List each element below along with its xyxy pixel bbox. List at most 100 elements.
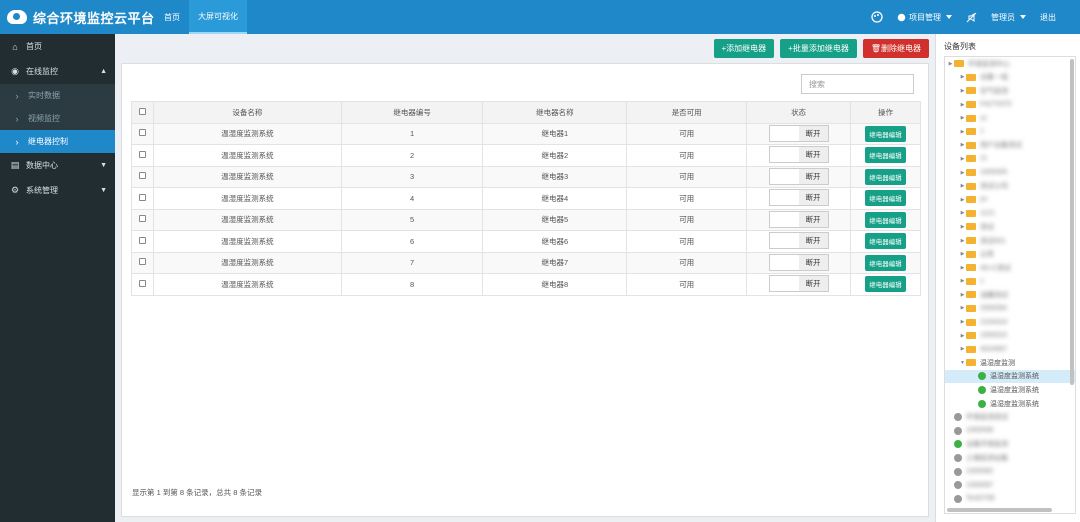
sidebar-item-home[interactable]: ⌂ 首页	[0, 34, 115, 59]
row-checkbox[interactable]	[131, 144, 154, 167]
edit-relay-button[interactable]: 继电器编辑	[865, 211, 906, 228]
tree-folder-node[interactable]: ▶ 1121	[945, 207, 1075, 221]
edit-relay-button[interactable]: 继电器编辑	[865, 168, 906, 185]
tree-folder-node[interactable]: ▶ 1000005	[945, 166, 1075, 180]
tree-device-node[interactable]: 温湿度监测系统	[945, 397, 1075, 411]
select-all-checkbox[interactable]	[131, 101, 154, 124]
tree-folder-node[interactable]: ▶ 11	[945, 152, 1075, 166]
sidebar-item-video-monitor[interactable]: › 视频监控	[0, 107, 115, 130]
relay-state-toggle[interactable]: 断开	[768, 232, 829, 250]
tree-collapse-icon[interactable]: ▼	[959, 360, 966, 366]
column-header[interactable]: 是否可用	[626, 101, 748, 124]
topnav-home[interactable]: 首页	[155, 0, 189, 34]
tree-device-node[interactable]: 1000097	[945, 478, 1075, 492]
tree-expand-icon[interactable]: ▶	[959, 265, 966, 271]
tree-device-node[interactable]: 温湿度监测系统	[945, 383, 1075, 397]
tree-folder-node[interactable]: ▶ 测试001	[945, 234, 1075, 248]
table-row[interactable]: 温湿度监测系统 7 继电器7 可用 断开 继电器编辑	[131, 251, 921, 274]
tree-expand-icon[interactable]: ▶	[959, 88, 966, 94]
table-row[interactable]: 温湿度监测系统 1 继电器1 可用 断开 继电器编辑	[131, 122, 921, 145]
tree-folder-node[interactable]: ▶ F4270370	[945, 98, 1075, 112]
logout-link[interactable]: 退出	[1040, 12, 1056, 23]
edit-relay-button[interactable]: 继电器编辑	[865, 125, 906, 142]
tree-folder-node[interactable]: ▶ 测试	[945, 220, 1075, 234]
tree-expand-icon[interactable]: ▶	[947, 61, 954, 67]
vertical-scrollbar[interactable]	[1070, 59, 1074, 385]
tree-device-node[interactable]: 土壤监测设备	[945, 451, 1075, 465]
tree-device-node[interactable]: 1000082	[945, 465, 1075, 479]
sidebar-item-data-center[interactable]: ▤ 数据中心 ▼	[0, 153, 115, 178]
table-row[interactable]: 温湿度监测系统 8 继电器8 可用 断开 继电器编辑	[131, 273, 921, 296]
row-checkbox[interactable]	[131, 122, 154, 145]
row-checkbox[interactable]	[131, 251, 154, 274]
column-header[interactable]: 操作	[850, 101, 921, 124]
topnav-big-screen[interactable]: 大屏可视化	[189, 0, 247, 34]
tree-folder-node[interactable]: ▶ yn	[945, 193, 1075, 207]
row-checkbox[interactable]	[131, 208, 154, 231]
row-checkbox[interactable]	[131, 165, 154, 188]
tree-folder-node[interactable]: ▶ 1	[945, 125, 1075, 139]
relay-state-toggle[interactable]: 断开	[768, 210, 829, 228]
tree-folder-node[interactable]: ▶ 2104424	[945, 315, 1075, 329]
tree-folder-node[interactable]: ▶ 4024697	[945, 342, 1075, 356]
row-checkbox[interactable]	[131, 187, 154, 210]
tree-expand-icon[interactable]: ▶	[959, 319, 966, 325]
tree-folder-node[interactable]: ▶ 用户设备测试	[945, 139, 1075, 153]
tree-folder-node[interactable]: ▶ 2000092	[945, 302, 1075, 316]
column-header[interactable]: 设备名称	[152, 101, 342, 124]
relay-state-toggle[interactable]: 断开	[768, 275, 829, 293]
tree-folder-node[interactable]: ▶ zz	[945, 111, 1075, 125]
column-header[interactable]: 继电器名称	[482, 101, 628, 124]
tree-expand-icon[interactable]: ▶	[959, 224, 966, 230]
table-row[interactable]: 温湿度监测系统 3 继电器3 可用 断开 继电器编辑	[131, 165, 921, 188]
tree-expand-icon[interactable]: ▶	[959, 210, 966, 216]
tree-folder-node[interactable]: ▶ 云库	[945, 247, 1075, 261]
tree-expand-icon[interactable]: ▶	[959, 183, 966, 189]
edit-relay-button[interactable]: 继电器编辑	[865, 147, 906, 164]
tree-expand-icon[interactable]: ▶	[959, 170, 966, 176]
project-menu[interactable]: 项目管理	[897, 12, 952, 23]
relay-state-toggle[interactable]: 断开	[768, 146, 829, 164]
edit-relay-button[interactable]: 继电器编辑	[865, 233, 906, 250]
relay-state-toggle[interactable]: 断开	[768, 253, 829, 271]
batch-add-relay-button[interactable]: +批量添加继电器	[780, 39, 857, 58]
tree-device-node[interactable]: Test0708	[945, 492, 1075, 506]
row-checkbox[interactable]	[131, 273, 154, 296]
palette-icon[interactable]	[871, 11, 883, 23]
tree-expand-icon[interactable]: ▶	[959, 292, 966, 298]
sidebar-item-relay-control[interactable]: › 继电器控制	[0, 130, 115, 153]
tree-folder-node[interactable]: ▼ 温湿度监测	[945, 356, 1075, 370]
tree-expand-icon[interactable]: ▶	[959, 129, 966, 135]
search-input[interactable]: 搜索	[801, 74, 914, 94]
tree-expand-icon[interactable]: ▶	[959, 238, 966, 244]
tree-folder-node[interactable]: ▶ 1	[945, 275, 1075, 289]
tree-device-node[interactable]: 温湿度监测系统	[945, 369, 1075, 384]
tree-folder-node[interactable]: ▶ 测试公司	[945, 179, 1075, 193]
tree-folder-node[interactable]: ▶ 4G-C测试	[945, 261, 1075, 275]
tree-expand-icon[interactable]: ▶	[959, 305, 966, 311]
tree-device-node[interactable]: 1000058	[945, 424, 1075, 438]
tree-expand-icon[interactable]: ▶	[959, 74, 966, 80]
tree-expand-icon[interactable]: ▶	[959, 278, 966, 284]
column-header[interactable]: 状态	[746, 101, 852, 124]
tree-folder-node[interactable]: ▶ 空气监测	[945, 84, 1075, 98]
relay-state-toggle[interactable]: 断开	[768, 124, 829, 142]
tree-device-node[interactable]: 环境监测测试	[945, 410, 1075, 424]
tree-expand-icon[interactable]: ▶	[959, 333, 966, 339]
table-row[interactable]: 温湿度监测系统 5 继电器5 可用 断开 继电器编辑	[131, 208, 921, 231]
add-relay-button[interactable]: +添加继电器	[713, 39, 775, 58]
edit-relay-button[interactable]: 继电器编辑	[865, 276, 906, 293]
table-row[interactable]: 温湿度监测系统 4 继电器4 可用 断开 继电器编辑	[131, 187, 921, 210]
tree-device-node[interactable]: 设备环境监测	[945, 438, 1075, 452]
row-checkbox[interactable]	[131, 230, 154, 253]
tree-expand-icon[interactable]: ▶	[959, 102, 966, 108]
tree-expand-icon[interactable]: ▶	[959, 115, 966, 121]
column-header[interactable]: 继电器编号	[340, 101, 484, 124]
mute-icon[interactable]	[966, 12, 977, 23]
tree-expand-icon[interactable]: ▶	[959, 156, 966, 162]
sidebar-item-online-monitor[interactable]: ◉ 在线监控 ▲	[0, 59, 115, 84]
tree-folder-node[interactable]: ▶ 1000022	[945, 329, 1075, 343]
delete-relay-button[interactable]: 🗑 删除继电器	[862, 39, 929, 58]
tree-folder-node[interactable]: ▶ 油罐测试	[945, 288, 1075, 302]
horizontal-scrollbar[interactable]	[947, 508, 1052, 512]
